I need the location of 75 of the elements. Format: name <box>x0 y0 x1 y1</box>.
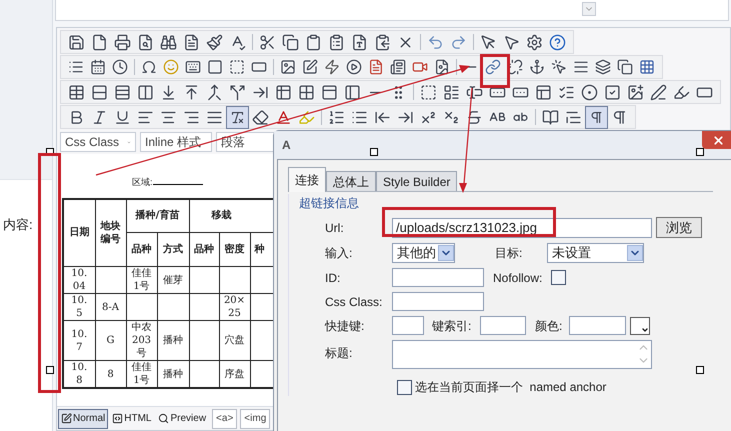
annotation-box <box>480 54 510 88</box>
dialog-tab[interactable]: Style Builder <box>376 171 458 191</box>
code-icon <box>112 413 124 424</box>
tag-button[interactable]: <img <box>240 408 270 428</box>
table-cell <box>189 266 219 294</box>
table-cell: 品种 <box>126 232 157 266</box>
table-cell: 10. 5 <box>63 294 95 320</box>
field-label: ID: <box>324 270 342 286</box>
table-cell: 密度 <box>219 232 250 266</box>
field-label: 颜色: <box>535 318 564 334</box>
browse-button[interactable]: 浏览 <box>656 217 702 238</box>
table-cell: 佳佳 1号 <box>126 266 157 294</box>
dialog-tab[interactable]: 总体上 <box>326 171 376 191</box>
table-cell: 日期 <box>63 198 95 266</box>
title-text-area[interactable] <box>392 340 652 369</box>
field-label: 标题: <box>324 345 354 362</box>
table-cell: 中农 203 号 <box>126 320 157 360</box>
nofollow-checkbox[interactable] <box>551 270 566 285</box>
field-label: Url: <box>324 220 345 236</box>
field-label: 键索引: <box>432 318 472 334</box>
table-cell: 20× 25 <box>219 294 250 320</box>
remove-format-icon[interactable] <box>226 106 249 128</box>
field-label: 输入: <box>324 245 354 262</box>
anchor-label: 选在当前页面择一个 named anchor <box>415 379 606 396</box>
resize-handle[interactable] <box>696 366 704 374</box>
field-label: Css Class: <box>324 294 384 310</box>
resize-handle[interactable] <box>46 366 54 374</box>
url-field[interactable]: /uploads/scrz131023.jpg <box>392 218 652 238</box>
table-cell: 催芽 <box>157 266 189 294</box>
target-select[interactable]: 未设置 <box>547 243 644 263</box>
table-cell: 播种 <box>157 320 189 360</box>
table-cell: 8-A <box>95 294 126 320</box>
table-cell: G <box>95 320 126 360</box>
table-cell: 品种 <box>189 232 219 266</box>
table-cell <box>126 294 157 320</box>
table-cell <box>157 294 189 320</box>
color-picker-button[interactable] <box>630 316 650 334</box>
table-cell <box>189 320 219 360</box>
search-icon <box>158 413 170 424</box>
mode-tab[interactable]: HTML <box>109 408 154 428</box>
table-cell: 地块编号 <box>95 198 126 266</box>
type-select[interactable]: 其他的 <box>392 243 455 263</box>
ltr-icon[interactable] <box>585 106 608 128</box>
access-key-field[interactable] <box>392 316 424 335</box>
edit-icon <box>61 413 72 424</box>
close-button[interactable] <box>702 131 731 149</box>
field-label: 快捷键: <box>324 318 366 334</box>
resize-handle[interactable] <box>370 148 378 156</box>
table-cell: 穴盘 <box>219 320 250 360</box>
anchor-checkbox[interactable] <box>397 380 412 394</box>
tab-index-field[interactable] <box>480 316 526 335</box>
tag-button[interactable]: <a> <box>212 408 238 428</box>
table-cell: 10. 04 <box>63 266 95 294</box>
table-cell <box>189 294 219 320</box>
field-label: 目标: <box>495 245 524 262</box>
table-cell: 方式 <box>157 232 189 266</box>
region-label: 区域: <box>132 177 203 187</box>
mode-tab[interactable]: Preview <box>155 408 210 428</box>
fieldset-legend: 超链接信息 <box>299 194 713 212</box>
field-label: Nofollow: <box>493 270 544 286</box>
dialog-title: A <box>282 137 291 154</box>
close-icon <box>712 134 724 146</box>
table-cell <box>95 266 126 294</box>
table-cell: 10. 7 <box>63 320 95 360</box>
style-dropdown[interactable]: Css Class <box>60 132 136 152</box>
caret-icon <box>641 326 649 334</box>
color-field[interactable] <box>569 316 626 335</box>
field-label: 内容: <box>3 217 33 232</box>
mode-tab[interactable]: Normal <box>58 408 108 428</box>
dialog-tab[interactable]: 连接 <box>288 167 326 192</box>
css-class-field[interactable] <box>392 292 484 311</box>
resize-handle[interactable] <box>696 148 704 156</box>
style-dropdown[interactable]: Inline 样式 <box>140 132 212 152</box>
table-cell: 播种/育苗 <box>126 198 189 232</box>
id-field[interactable] <box>392 268 484 287</box>
